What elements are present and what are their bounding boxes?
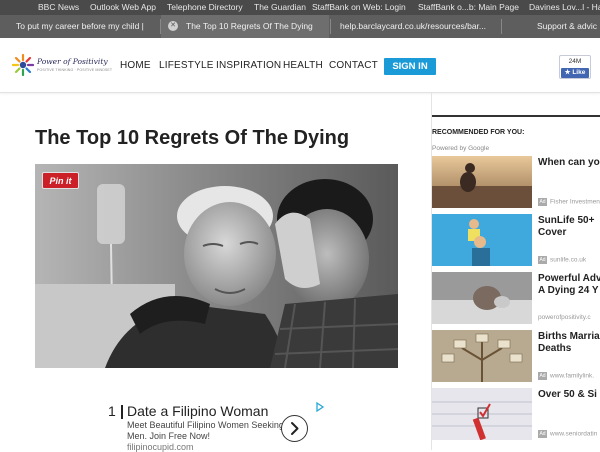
family-photo bbox=[432, 214, 532, 266]
nav-health[interactable]: HEALTH bbox=[283, 60, 323, 71]
facebook-like-button[interactable]: ★ Like bbox=[561, 68, 589, 78]
tab-barclaycard[interactable]: help.barclaycard.co.uk/resources/bar... bbox=[331, 15, 501, 38]
nav-inspiration[interactable]: INSPIRATION bbox=[216, 60, 281, 71]
recommendation-title[interactable]: Births Marria Deaths bbox=[538, 331, 600, 355]
close-icon[interactable]: ✕ bbox=[168, 21, 178, 31]
bookmark-staffbank-main[interactable]: StaffBank o...b: Main Page bbox=[418, 2, 519, 12]
recommendation-title[interactable]: When can yo bbox=[538, 157, 600, 169]
recommendation-thumbnail[interactable] bbox=[432, 272, 532, 324]
ad-rank-number: 1 bbox=[108, 403, 116, 419]
facebook-thumb-icon: ★ bbox=[564, 69, 571, 76]
pin-it-button[interactable]: Pin it bbox=[42, 172, 79, 189]
ad-rank-divider bbox=[121, 405, 123, 419]
facebook-like-label: Like bbox=[572, 69, 586, 76]
ad-badge-icon: Ad bbox=[538, 256, 547, 264]
bookmarks-bar: BBC News Outlook Web App Telephone Direc… bbox=[0, 0, 600, 15]
bookmark-bbc-news[interactable]: BBC News bbox=[38, 2, 79, 12]
sidebar-rule bbox=[432, 115, 600, 117]
recommendation-title[interactable]: Over 50 & Si bbox=[538, 389, 600, 401]
recommendation-title[interactable]: Powerful Adv A Dying 24 Y bbox=[538, 273, 600, 297]
bookmark-telephone-directory[interactable]: Telephone Directory bbox=[167, 2, 243, 12]
ad-open-button[interactable] bbox=[281, 415, 308, 442]
recommendation-source: Ad www.seniordatin bbox=[538, 430, 597, 438]
recommendation-source: Ad www.familylink. bbox=[538, 372, 594, 380]
nav-home[interactable]: HOME bbox=[120, 60, 151, 71]
logo-name: Power of Positivity bbox=[37, 57, 108, 66]
hero-photo bbox=[35, 164, 398, 368]
tab-label: Support & advic bbox=[537, 21, 598, 31]
nav-lifestyle[interactable]: LIFESTYLE bbox=[159, 60, 214, 71]
family-tree-photo bbox=[432, 330, 532, 382]
tab-career[interactable]: To put my career before my child | bbox=[0, 15, 160, 38]
tab-support[interactable]: Support & advic bbox=[502, 15, 600, 38]
ad-badge-icon: Ad bbox=[538, 198, 547, 206]
site-logo[interactable]: Power of Positivity POSITIVE THINKING · … bbox=[12, 54, 112, 80]
adchoices-icon[interactable] bbox=[315, 402, 325, 412]
tab-label: The Top 10 Regrets Of The Dying bbox=[186, 21, 313, 31]
sign-in-button[interactable]: SIGN IN bbox=[384, 58, 436, 75]
source-label: www.seniordatin bbox=[550, 430, 598, 438]
tab-label: help.barclaycard.co.uk/resources/bar... bbox=[340, 21, 486, 31]
tab-bar: To put my career before my child | ✕ The… bbox=[0, 15, 600, 38]
recommendation-source: powerofpositivity.c bbox=[538, 314, 591, 321]
ad-title-link[interactable]: Date a Filipino Woman bbox=[127, 403, 268, 419]
source-label: sunlife.co.uk bbox=[550, 256, 587, 264]
beach-photo bbox=[432, 156, 532, 208]
powered-by-google: Powered by Google bbox=[432, 145, 490, 152]
recommendation-thumbnail[interactable] bbox=[432, 330, 532, 382]
recommendation-source: Ad Fisher Investmen bbox=[538, 198, 600, 206]
ad-badge-icon: Ad bbox=[538, 430, 547, 438]
recommendation-title[interactable]: SunLife 50+ Cover bbox=[538, 215, 600, 239]
bookmark-guardian[interactable]: The Guardian bbox=[254, 2, 306, 12]
chevron-right-icon bbox=[291, 422, 299, 435]
bookmark-staffbank-login[interactable]: StaffBank on Web: Login bbox=[312, 2, 406, 12]
recommendation-source: Ad sunlife.co.uk bbox=[538, 256, 586, 264]
form-checkbox-photo bbox=[432, 388, 532, 440]
ad-display-url[interactable]: filipinocupid.com bbox=[127, 442, 194, 452]
facebook-like-widget[interactable]: 24M ★ Like bbox=[559, 55, 591, 79]
ad-badge-icon: Ad bbox=[538, 372, 547, 380]
article-hero-image bbox=[35, 164, 398, 368]
tab-regrets[interactable]: ✕ The Top 10 Regrets Of The Dying bbox=[161, 15, 329, 38]
article-title: The Top 10 Regrets Of The Dying bbox=[35, 127, 350, 149]
recommendation-thumbnail[interactable] bbox=[432, 388, 532, 440]
bookmark-outlook[interactable]: Outlook Web App bbox=[90, 2, 156, 12]
source-label: www.familylink. bbox=[550, 372, 595, 380]
source-label: Fisher Investmen bbox=[550, 198, 600, 206]
bookmark-davines[interactable]: Davines Lov...l - Hai bbox=[529, 2, 600, 12]
ad-description: Meet Beautiful Filipino Women Seeking UK… bbox=[127, 420, 299, 441]
tab-label: To put my career before my child | bbox=[16, 21, 144, 31]
patient-photo bbox=[432, 272, 532, 324]
recommended-heading: RECOMMENDED FOR YOU: bbox=[432, 129, 525, 136]
logo-tagline: POSITIVE THINKING · POSITIVE MINDSET bbox=[37, 68, 113, 72]
nav-contact[interactable]: CONTACT bbox=[329, 60, 378, 71]
recommendation-thumbnail[interactable] bbox=[432, 156, 532, 208]
logo-sunburst-icon bbox=[12, 54, 34, 76]
recommendation-thumbnail[interactable] bbox=[432, 214, 532, 266]
facebook-like-count: 24M bbox=[568, 58, 582, 65]
